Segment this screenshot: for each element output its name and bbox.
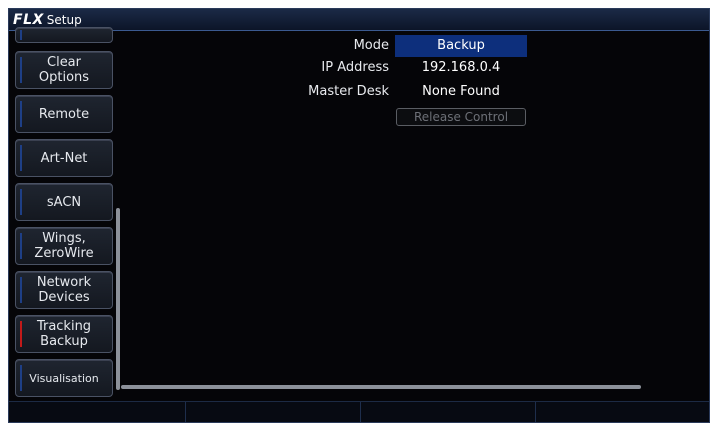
- sidebar-item-active-marker: [20, 321, 22, 347]
- flx-logo: FLX: [13, 11, 44, 28]
- mode-label: Mode: [353, 38, 389, 53]
- sidebar-item-marker: [20, 101, 22, 127]
- horizontal-scrollbar[interactable]: [121, 385, 641, 389]
- ip-address-value[interactable]: 192.168.0.4: [395, 60, 527, 75]
- sidebar-item-marker: [20, 233, 22, 259]
- sidebar-item-previous[interactable]: [15, 27, 113, 43]
- sidebar-item-sacn[interactable]: sACN: [15, 183, 113, 221]
- softkey-2[interactable]: [186, 402, 361, 422]
- sidebar-item-label: Art-Net: [40, 150, 88, 166]
- master-desk-label: Master Desk: [308, 84, 389, 99]
- sidebar-item-marker: [20, 30, 22, 40]
- ip-address-label: IP Address: [321, 60, 389, 75]
- sidebar-item-label: Wings, ZeroWire: [34, 231, 94, 261]
- sidebar-item-clear-options[interactable]: Clear Options: [15, 51, 113, 89]
- sidebar-item-tracking-backup[interactable]: Tracking Backup: [15, 315, 113, 353]
- sidebar-item-remote[interactable]: Remote: [15, 95, 113, 133]
- softkey-3[interactable]: [361, 402, 536, 422]
- sidebar-scrollbar[interactable]: [116, 208, 120, 390]
- window-title: Setup: [46, 12, 82, 27]
- release-control-button[interactable]: Release Control: [396, 108, 526, 126]
- master-desk-value: None Found: [422, 84, 500, 99]
- softkey-1[interactable]: [9, 402, 186, 422]
- sidebar-item-label: sACN: [46, 194, 82, 210]
- sidebar-item-label: Network Devices: [36, 275, 92, 305]
- softkey-4[interactable]: [536, 402, 709, 422]
- setup-sidebar: Clear Options Remote Art-Net sACN Wings,…: [15, 27, 113, 399]
- sidebar-item-marker: [20, 145, 22, 171]
- title-bar: FLX Setup: [9, 9, 709, 31]
- sidebar-item-label: Tracking Backup: [36, 319, 92, 349]
- sidebar-item-marker: [20, 277, 22, 303]
- sidebar-item-network-devices[interactable]: Network Devices: [15, 271, 113, 309]
- mode-value-field[interactable]: Backup: [395, 35, 527, 57]
- sidebar-item-visualisation[interactable]: Visualisation: [15, 359, 113, 397]
- softkey-bar: [9, 401, 709, 422]
- sidebar-item-wings-zerowire[interactable]: Wings, ZeroWire: [15, 227, 113, 265]
- setup-window: FLX Setup Clear Options Remote Art-Net s…: [8, 8, 710, 423]
- sidebar-item-label: Clear Options: [38, 55, 90, 85]
- sidebar-item-marker: [20, 365, 22, 391]
- sidebar-item-art-net[interactable]: Art-Net: [15, 139, 113, 177]
- sidebar-item-label: Remote: [38, 106, 90, 122]
- sidebar-item-marker: [20, 189, 22, 215]
- sidebar-item-marker: [20, 57, 22, 83]
- sidebar-item-label: Visualisation: [29, 371, 99, 385]
